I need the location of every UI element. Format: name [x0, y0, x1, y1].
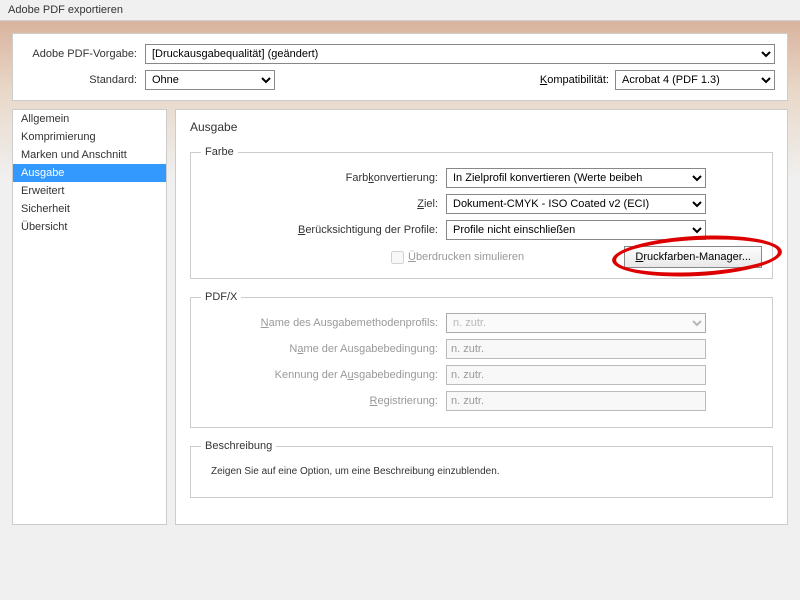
standard-label: Standard: [25, 74, 145, 86]
pdfx-profile-name-select: n. zutr. [446, 313, 706, 333]
window-title-bar: Adobe PDF exportieren [0, 0, 800, 21]
window-title: Adobe PDF exportieren [8, 4, 123, 16]
overprint-checkbox [391, 251, 404, 264]
sidebar-item-ausgabe[interactable]: Ausgabe [13, 164, 166, 182]
target-label: Ziel:Ziel: [201, 198, 446, 210]
pdfx-legend: PDF/X [201, 291, 241, 303]
description-group: Beschreibung Zeigen Sie auf eine Option,… [190, 440, 773, 498]
preset-select[interactable]: [Druckausgabequalität] (geändert) [145, 44, 775, 64]
profile-policy-label: Berücksichtigung der Profile:Berücksicht… [201, 224, 446, 236]
pdfx-condition-name-label: Name der Ausgabebedingung:Name der Ausga… [201, 343, 446, 355]
preset-label: Adobe PDF-Vorgabe: [25, 48, 145, 60]
sidebar-item-sicherheit[interactable]: Sicherheit [13, 200, 166, 218]
pdfx-registry-label: Registrierung:Registrierung: [201, 395, 446, 407]
overprint-label: Überdrucken simulierenÜberdrucken simuli… [408, 251, 524, 263]
color-legend: Farbe [201, 146, 238, 158]
sidebar-item-allgemein[interactable]: Allgemein [13, 110, 166, 128]
profile-policy-select[interactable]: Profile nicht einschließen [446, 220, 706, 240]
color-group: Farbe Farbkonvertierung:Farbkonvertierun… [190, 146, 773, 279]
pdfx-group: PDF/X Name des Ausgabemethodenprofils:Na… [190, 291, 773, 428]
content-panel: Ausgabe Farbe Farbkonvertierung:Farbkonv… [175, 109, 788, 525]
pdfx-condition-id-field [446, 365, 706, 385]
description-text: Zeigen Sie auf eine Option, um eine Besc… [201, 462, 762, 487]
ink-manager-button[interactable]: Druckfarben-Manager...Druckfarben-Manage… [624, 246, 762, 268]
pdfx-registry-field [446, 391, 706, 411]
sidebar-item-erweitert[interactable]: Erweitert [13, 182, 166, 200]
sidebar: Allgemein Komprimierung Marken und Ansch… [12, 109, 167, 525]
pdfx-condition-name-field [446, 339, 706, 359]
standard-select[interactable]: Ohne [145, 70, 275, 90]
sidebar-item-marken[interactable]: Marken und Anschnitt [13, 146, 166, 164]
pdfx-profile-name-label: Name des Ausgabemethodenprofils:Name des… [201, 317, 446, 329]
sidebar-item-uebersicht[interactable]: Übersicht [13, 218, 166, 236]
conversion-select[interactable]: In Zielprofil konvertieren (Werte beibeh [446, 168, 706, 188]
content-title: Ausgabe [190, 120, 773, 134]
description-legend: Beschreibung [201, 440, 276, 452]
sidebar-item-komprimierung[interactable]: Komprimierung [13, 128, 166, 146]
conversion-label: Farbkonvertierung:Farbkonvertierung: [201, 172, 446, 184]
pdfx-condition-id-label: Kennung der Ausgabebedingung:Kennung der… [201, 369, 446, 381]
top-panel: Adobe PDF-Vorgabe: [Druckausgabequalität… [12, 33, 788, 101]
target-select[interactable]: Dokument-CMYK - ISO Coated v2 (ECI) [446, 194, 706, 214]
compat-select[interactable]: Acrobat 4 (PDF 1.3) [615, 70, 775, 90]
compat-label: KKompatibilität:ompatibilität: [540, 74, 609, 86]
